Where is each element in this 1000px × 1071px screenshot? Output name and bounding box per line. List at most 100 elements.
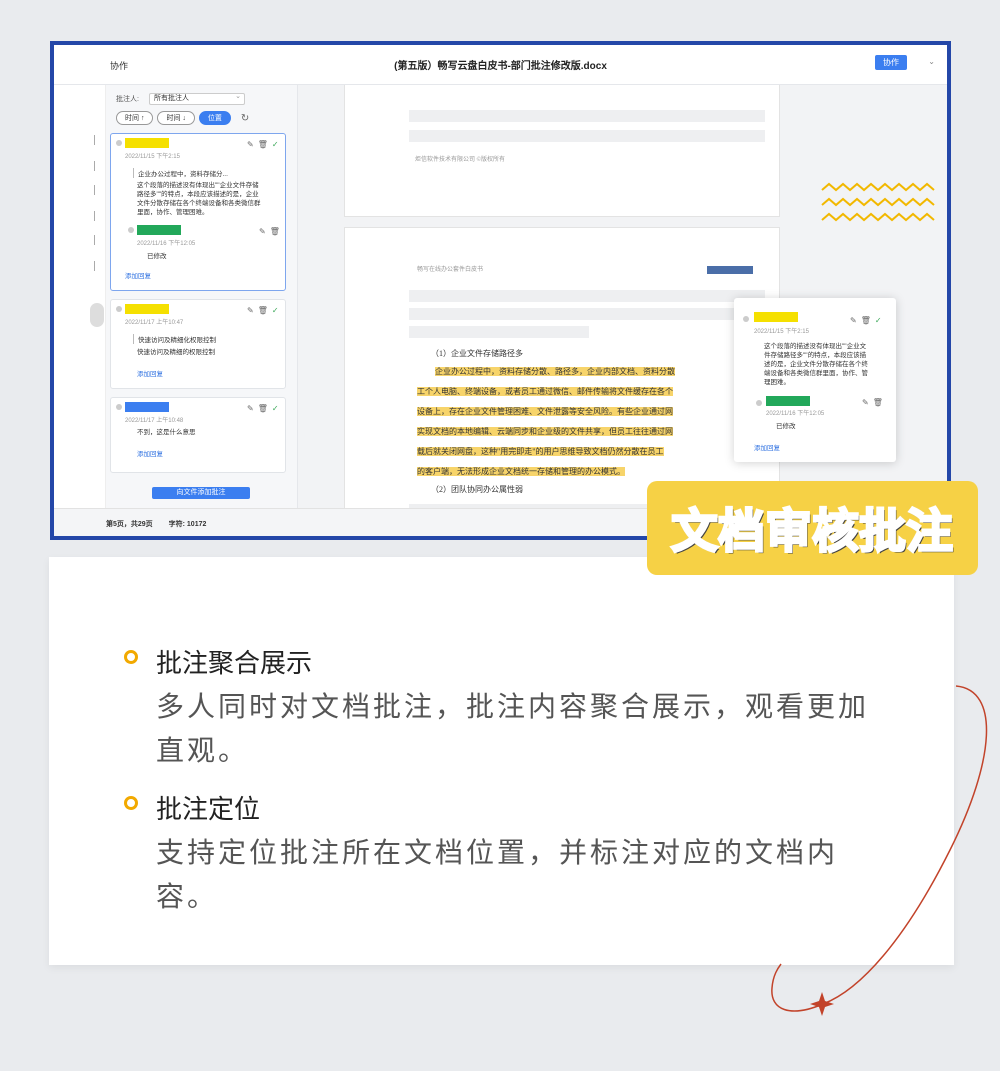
feature-description: 多人同时对文档批注，批注内容聚合展示，观看更加直观。 [156,691,870,766]
delete-icon[interactable]: 🗑 [861,316,875,325]
comment-text-line: 述的是，企业文件分散存储在各个终 [764,361,868,368]
resolve-check-icon[interactable]: ✓ [875,316,886,325]
char-count: 字符: 10172 [168,521,207,528]
resolve-check-icon[interactable]: ✓ [272,306,283,315]
add-reply-link[interactable]: 添加回复 [137,368,163,378]
edit-icon[interactable]: ✎ [247,306,258,315]
badge-title: 文档审核批注 [670,504,954,559]
bullet-ring-icon [124,650,138,664]
comment-text-line: 理困难。 [764,379,790,386]
highlighted-text: 载后就关闭网盘，这种"用完即走"的用户思维导致文档仍然分散在员工 [417,447,664,456]
left-rail [54,85,106,508]
comment-text: 快速访问及精细的权限控制 [137,349,215,356]
document-page-prev: 炬信软件技术有限公司 ©版权所有 [344,85,780,217]
delete-icon[interactable]: 🗑 [258,306,272,315]
feature-title: 批注聚合展示 [156,648,313,678]
sparkle-icon [810,992,834,1016]
reply-time: 2022/11/16 下午12:05 [766,411,825,417]
comment-text: 不到，这是什么意思 [137,429,196,436]
avatar-dot [116,306,122,312]
page-header-text: 畅写在线办公套件白皮书 [417,267,484,273]
placeholder-line [409,130,765,142]
reply-text: 已修改 [147,253,167,260]
comments-panel: 批注人: 所有批注人 时间 ↑ 时间 ↓ 位置 ↻ 2022/11/15 下午2… [106,85,298,508]
filter-label: 批注人: [116,96,139,103]
title-bar: 协作 (第五版）畅写云盘白皮书-部门批注修改版.docx 协作 ⌄ [54,45,947,85]
resolve-check-icon[interactable]: ✓ [272,140,283,149]
comment-card[interactable]: 2022/11/17 上午10:48 ✎🗑✓ 不到，这是什么意思 添加回复 [110,397,286,473]
avatar-dot [116,140,122,146]
section-heading: （1）企业文件存储路径多 [431,349,523,358]
placeholder-line [409,110,765,122]
resolve-check-icon[interactable]: ✓ [272,404,283,413]
highlighted-text: 的客户端，无法形成企业文档统一存储和管理的办公模式。 [417,467,625,476]
add-reply-link[interactable]: 添加回复 [137,448,163,458]
comment-time: 2022/11/17 上午10:48 [125,418,184,424]
author-name-highlight [125,304,169,314]
comment-quote: 企业办公过程中，资料存储分... [133,168,228,178]
sort-time-desc-button[interactable]: 时间 ↓ [157,111,195,125]
highlighted-text: 设备上，存在企业文件管理困难、文件泄露等安全风险。有些企业通过网 [417,407,673,416]
comment-card[interactable]: 2022/11/15 下午2:15 ✎🗑✓ 企业办公过程中，资料存储分... 这… [110,133,286,291]
chevron-down-icon[interactable]: ⌄ [928,57,935,66]
rail-mark [94,185,100,195]
editor-screenshot: 协作 (第五版）畅写云盘白皮书-部门批注修改版.docx 协作 ⌄ 批注人: 所… [50,41,951,540]
paragraph-line: 实现文档的本地编辑、云端同步和企业级的文件共享，但员工往往通过网 [417,426,673,437]
reply-text: 已修改 [776,423,796,430]
edit-icon[interactable]: ✎ [247,404,258,413]
comment-card[interactable]: 2022/11/17 上午10:47 ✎🗑✓ 快速访问及精细化权限控制 快速访问… [110,299,286,389]
highlighted-text: 实现文档的本地编辑、云端同步和企业级的文件共享，但员工往往通过网 [417,427,673,436]
paragraph-line: 设备上，存在企业文件管理困难、文件泄露等安全风险。有些企业通过网 [417,406,673,417]
edit-icon[interactable]: ✎ [850,316,861,325]
add-reply-link[interactable]: 添加回复 [125,270,151,280]
comment-text-line: 文件分散存储在各个终端设备和各类微信群 [137,200,261,207]
refresh-icon[interactable]: ↻ [241,113,249,124]
placeholder-line [409,290,765,302]
delete-icon[interactable]: 🗑 [270,227,284,236]
document-page[interactable]: 畅写在线办公套件白皮书 （1）企业文件存储路径多 企业办公过程中，资料存储分散、… [344,227,780,508]
rail-mark [94,161,100,171]
feature-card: 批注聚合展示 多人同时对文档批注，批注内容聚合展示，观看更加直观。 批注定位 支… [49,557,954,965]
feature-title: 批注定位 [156,794,261,824]
bullet-ring-icon [124,796,138,810]
rail-mark [94,261,100,271]
next-heading: （2）团队协同办公属性弱 [431,485,523,494]
paragraph-line: 载后就关闭网盘，这种"用完即走"的用户思维导致文档仍然分散在员工 [417,446,664,457]
comment-quote: 快速访问及精细化权限控制 [133,334,216,344]
comment-time: 2022/11/17 上午10:47 [125,320,184,326]
add-comment-button[interactable]: 向文件添加批注 [152,487,250,499]
reply-actions: ✎🗑 [259,227,284,236]
collaborate-button[interactable]: 协作 [875,55,907,70]
reply-actions: ✎🗑 [862,398,887,407]
edit-icon[interactable]: ✎ [862,398,873,407]
reply-author-highlight [766,396,810,406]
collapse-handle[interactable] [90,303,104,327]
comment-actions: ✎🗑✓ [247,404,283,413]
add-reply-link[interactable]: 添加回复 [754,442,780,452]
filter-row: 批注人: 所有批注人 [116,92,245,105]
paragraph-line: 工个人电脑、终端设备，或者员工通过微信、邮件传输将文件缓存在各个 [417,386,673,397]
header-logo [707,266,753,274]
comment-popup[interactable]: 2022/11/15 下午2:15 ✎🗑✓ 这个段落的描述没有体现出""企业文 … [734,298,896,462]
comment-text-line: 件存储路径多""的特点，本段应该描 [764,352,867,359]
reply-avatar-dot [756,400,762,406]
rail-mark [94,235,100,245]
delete-icon[interactable]: 🗑 [873,398,887,407]
author-name-highlight [754,312,798,322]
comment-text: 这个段落的描述没有体现出""企业文件存储 路径多""的特点，本段应该描述的是，企… [137,181,261,217]
reply-time: 2022/11/16 下午12:05 [137,241,196,247]
comment-text: 这个段落的描述没有体现出""企业文 件存储路径多""的特点，本段应该描 述的是，… [764,342,868,387]
comment-actions: ✎🗑✓ [247,306,283,315]
edit-icon[interactable]: ✎ [259,227,270,236]
sort-time-asc-button[interactable]: 时间 ↑ [116,111,154,125]
sort-position-button[interactable]: 位置 [198,111,231,125]
edit-icon[interactable]: ✎ [247,140,258,149]
rail-mark [94,211,100,221]
delete-icon[interactable]: 🗑 [258,404,272,413]
author-name-highlight [125,402,169,412]
copyright-text: 炬信软件技术有限公司 ©版权所有 [415,157,506,163]
comment-text-line: 这个段落的描述没有体现出""企业文 [764,343,867,350]
author-filter-select[interactable]: 所有批注人 [148,92,245,105]
delete-icon[interactable]: 🗑 [258,140,272,149]
avatar-dot [116,404,122,410]
